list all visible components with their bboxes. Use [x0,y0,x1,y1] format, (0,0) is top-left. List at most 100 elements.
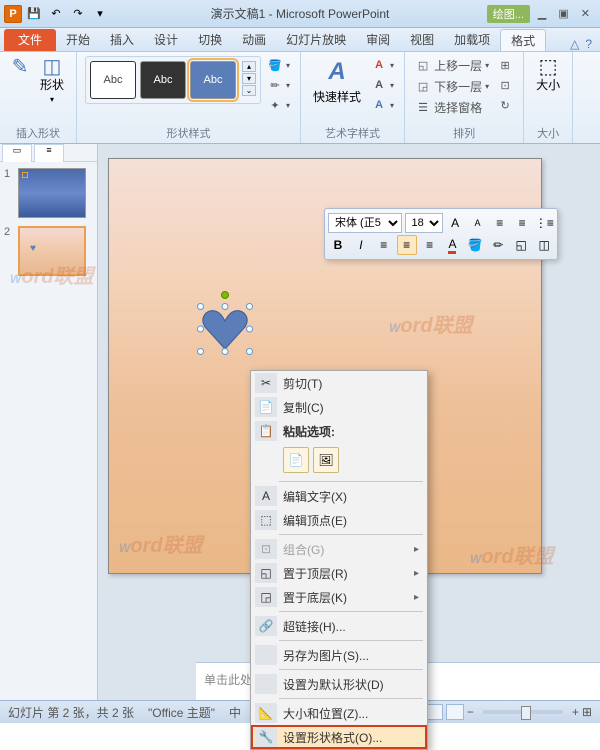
title-bar: P 💾 ↶ ↷ ▾ 演示文稿1 - Microsoft PowerPoint 绘… [0,0,600,28]
ctx-edit-text[interactable]: A编辑文字(X) [251,484,427,508]
redo-button[interactable]: ↷ [68,4,88,24]
quick-styles-button[interactable]: A 快速样式 [309,56,365,107]
style-preset-3[interactable]: Abc [190,61,236,99]
tab-home[interactable]: 开始 [56,29,100,51]
grow-font-button[interactable]: A [446,213,465,233]
gallery-scroll[interactable]: ▴▾⌄ [242,61,256,99]
text-effects-button[interactable]: A▾ [369,96,396,114]
ctx-size-position[interactable]: 📐大小和位置(Z)... [251,701,427,725]
align-button[interactable]: ⊞ [495,56,515,74]
tab-addins[interactable]: 加载项 [444,29,500,51]
outline-tab[interactable]: ≡ [34,144,64,162]
bold-button[interactable]: B [328,235,348,255]
resize-handle[interactable] [246,326,253,333]
rotate-button[interactable]: ↻ [495,96,515,114]
resize-handle[interactable] [197,303,204,310]
minimize-ribbon-icon[interactable]: △ [570,37,579,51]
decrease-indent-button[interactable]: ≡ [490,213,509,233]
align-right-button[interactable]: ≡ [420,235,440,255]
save-icon: 💾 [26,6,42,22]
ctx-save-as-picture[interactable]: 另存为图片(S)... [251,643,427,667]
fit-to-window-button[interactable]: ⊞ [582,705,592,719]
resize-handle[interactable] [197,348,204,355]
thumbnail-2[interactable]: 2 [4,226,93,276]
style-preset-1[interactable]: Abc [90,61,136,99]
tab-view[interactable]: 视图 [400,29,444,51]
resize-handle[interactable] [222,348,229,355]
tab-transition[interactable]: 切换 [188,29,232,51]
zoom-in-button[interactable]: + [572,705,579,719]
close-button[interactable]: ✕ [577,5,594,22]
bring-forward-button[interactable]: ◱上移一层▾ [413,56,491,75]
scroll-up-icon[interactable]: ▴ [242,61,256,72]
paste-option-2[interactable]: 🖼 [313,447,339,473]
tab-design[interactable]: 设计 [144,29,188,51]
group-button[interactable]: ⊡ [495,76,515,94]
shape-outline-button[interactable]: ✏ [488,235,508,255]
shrink-font-button[interactable]: A [468,213,487,233]
zoom-slider[interactable] [483,710,563,714]
restore-button[interactable]: ▣ [554,5,572,22]
font-color-button[interactable]: A [443,235,463,255]
resize-handle[interactable] [197,326,204,333]
qat-customize[interactable]: ▾ [90,4,110,24]
ctx-send-back[interactable]: ◲置于底层(K)▸ [251,585,427,609]
ctx-bring-front[interactable]: ◱置于顶层(R)▸ [251,561,427,585]
arrange-button[interactable]: ◱ [511,235,531,255]
resize-handle[interactable] [222,303,229,310]
resize-handle[interactable] [246,303,253,310]
selection-pane-button[interactable]: ☰选择窗格 [413,98,491,117]
scroll-down-icon[interactable]: ▾ [242,73,256,84]
ctx-set-default[interactable]: 设置为默认形状(D) [251,672,427,696]
rotation-handle[interactable] [221,291,229,299]
tab-slideshow[interactable]: 幻灯片放映 [276,29,356,51]
ctx-cut[interactable]: ✂剪切(T) [251,371,427,395]
size-button[interactable]: ⬚ 大小 [532,56,564,95]
drawing-tools-tab[interactable]: 绘图... [487,5,530,23]
minimize-button[interactable]: ▁ [534,5,550,22]
shape-outline-button[interactable]: ✏▾ [265,76,292,94]
italic-button[interactable]: I [351,235,371,255]
tab-review[interactable]: 审阅 [356,29,400,51]
increase-indent-button[interactable]: ≡ [512,213,531,233]
slideshow-view-button[interactable] [446,704,464,720]
text-fill-button[interactable]: A▾ [369,56,396,74]
language-info[interactable]: 中 [229,704,241,721]
resize-handle[interactable] [246,348,253,355]
font-family-select[interactable]: 宋体 (正5 [328,213,402,233]
tab-file[interactable]: 文件 [4,29,56,51]
ctx-copy[interactable]: 📄复制(C) [251,395,427,419]
send-backward-button[interactable]: ◲下移一层▾ [413,77,491,96]
quick-shape-button[interactable]: ◫ [534,235,554,255]
style-gallery[interactable]: Abc Abc Abc ▴▾⌄ [85,56,261,104]
ctx-format-shape[interactable]: 🔧设置形状格式(O)... [251,725,427,749]
group-icon: ⊡ [497,77,513,93]
heart-shape[interactable] [201,307,249,351]
undo-button[interactable]: ↶ [46,4,66,24]
slides-tab[interactable]: ▭ [2,144,32,162]
save-button[interactable]: 💾 [24,4,44,24]
edit-shape-button[interactable]: ✎ [8,56,32,76]
font-size-select[interactable]: 18 [405,213,443,233]
shape-fill-button[interactable]: 🪣 [465,235,485,255]
style-preset-2[interactable]: Abc [140,61,186,99]
align-center-button[interactable]: ≡ [397,235,417,255]
zoom-out-button[interactable]: − [467,705,474,719]
shape-effects-button[interactable]: ✦▾ [265,96,292,114]
text-outline-button[interactable]: A▾ [369,76,396,94]
thumbnails-panel: ▭ ≡ 1 2 [0,144,98,700]
tab-format[interactable]: 格式 [500,29,546,51]
thumbnail-1[interactable]: 1 [4,168,93,218]
tab-insert[interactable]: 插入 [100,29,144,51]
align-left-button[interactable]: ≡ [374,235,394,255]
ctx-edit-points[interactable]: ⬚编辑顶点(E) [251,508,427,532]
shape-fill-button[interactable]: 🪣▾ [265,56,292,74]
paste-option-1[interactable]: 📄 [283,447,309,473]
help-icon[interactable]: ? [585,37,592,51]
app-icon[interactable]: P [4,5,22,23]
bullets-button[interactable]: ⋮≡ [535,213,554,233]
gallery-expand-icon[interactable]: ⌄ [242,85,256,96]
ctx-hyperlink[interactable]: 🔗超链接(H)... [251,614,427,638]
shapes-button[interactable]: ◫ 形状 ▾ [36,56,68,106]
tab-animation[interactable]: 动画 [232,29,276,51]
